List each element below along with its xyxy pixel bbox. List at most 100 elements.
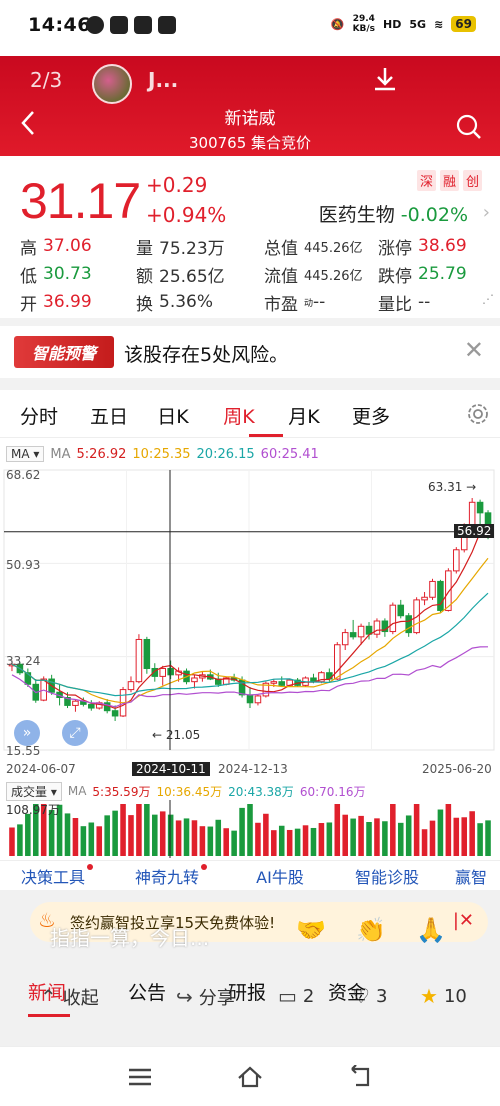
vol-ma5: 5:35.59万 <box>92 784 151 799</box>
volume-bar <box>17 824 23 856</box>
candle-body <box>429 580 436 598</box>
volume-bar <box>96 826 103 856</box>
volume-bar <box>374 818 380 856</box>
close-icon[interactable]: |✕ <box>453 910 474 931</box>
volume-bar <box>167 814 174 856</box>
sector-info[interactable]: 医药生物 -0.02% <box>319 200 468 227</box>
chevron-right-icon[interactable]: › <box>483 202 490 223</box>
tool-item[interactable]: AI牛股 <box>228 864 332 888</box>
volume-bar <box>326 822 333 856</box>
volume-bar <box>445 804 452 856</box>
volume-bar <box>207 826 214 856</box>
sector-change: -0.02% <box>400 204 468 226</box>
tool-item[interactable]: 神奇九转 <box>114 863 228 888</box>
volume-bar <box>104 815 110 856</box>
battery-icon: 69 <box>451 16 476 32</box>
stat-label: 量比 <box>378 294 412 315</box>
tab-period[interactable]: 日K <box>140 402 206 429</box>
volume-bar <box>25 813 31 856</box>
collapse-button[interactable]: ⌃ 收起 <box>40 984 99 1010</box>
tool-item[interactable]: 决策工具 <box>0 863 114 888</box>
star-icon: ★ <box>420 984 438 1008</box>
volume-bar <box>128 815 134 856</box>
vol-ma-label: MA <box>67 784 87 798</box>
y-tick-label: 50.93 <box>6 558 41 572</box>
volume-bar <box>80 826 87 856</box>
volume-bar <box>382 821 388 856</box>
volume-bar <box>255 822 261 856</box>
volume-bar <box>437 809 444 856</box>
gear-icon[interactable] <box>466 402 490 426</box>
volume-bar <box>144 804 150 856</box>
candle-body <box>389 604 397 633</box>
ma10-value: 10:25.35 <box>132 446 191 462</box>
volume-bar <box>390 804 396 856</box>
volume-bar <box>136 804 142 856</box>
volume-bar <box>405 815 412 856</box>
tab-period[interactable]: 月K <box>272 402 336 429</box>
back-nav-icon[interactable] <box>346 1065 374 1089</box>
stat-item: 量 75.23万 <box>136 234 264 259</box>
stat-label: 低 <box>20 266 37 287</box>
tool-item[interactable]: 赢智 <box>442 864 500 888</box>
y-tick-label: 33.24 <box>6 654 41 668</box>
close-icon[interactable]: ✕ <box>464 336 484 364</box>
stat-item: 跌停 25.79 <box>378 262 488 287</box>
volume-indicators: 成交量 ▾ MA 5:35.59万 10:36.45万 20:43.38万 60… <box>6 781 365 801</box>
kline-svg[interactable] <box>0 464 500 760</box>
pray-icon[interactable]: 🙏 <box>416 916 446 944</box>
ma-label: MA <box>50 446 71 462</box>
stat-item: 总值 445.26亿 <box>264 234 378 259</box>
tab-period[interactable]: 分时 <box>0 402 78 429</box>
tab-period[interactable]: 周K <box>206 402 272 429</box>
search-icon[interactable] <box>456 114 482 140</box>
volume-bar <box>278 825 285 856</box>
handshake-icon[interactable]: 🤝 <box>296 916 326 944</box>
volume-bar <box>231 830 237 856</box>
home-icon[interactable] <box>236 1065 264 1089</box>
tab-period[interactable]: 更多 <box>336 402 406 429</box>
candle-body <box>468 501 476 527</box>
avatar[interactable] <box>92 64 132 104</box>
stock-code-status: 300765 集合竞价 <box>188 134 312 152</box>
favorite-button[interactable]: ★ 10 <box>420 984 467 1008</box>
volume-chart[interactable] <box>0 800 500 858</box>
share-button[interactable]: ↪ 分享 <box>176 984 235 1010</box>
stat-value: 75.23万 <box>159 238 225 259</box>
fullscreen-icon[interactable]: ⤢ <box>62 720 88 746</box>
message-notification-icon <box>110 16 128 34</box>
menu-icon[interactable] <box>126 1065 154 1089</box>
stats-grid[interactable]: 高 37.06 量 75.23万 总值 445.26亿 涨停 38.69 低 30.73 额 25.6… <box>20 232 490 316</box>
comment-placeholder[interactable]: 指指一算，今日... <box>50 922 209 951</box>
candle-body <box>270 681 278 684</box>
stock-detail-screen: { "status_bar": {"time":"14:46","net_spe… <box>0 0 500 1106</box>
expand-left-icon[interactable]: » <box>14 720 40 746</box>
hd-badge: HD <box>383 17 402 31</box>
download-icon[interactable] <box>370 64 400 94</box>
volume-select[interactable]: 成交量 ▾ <box>6 781 62 801</box>
stat-value: 25.65亿 <box>159 266 225 287</box>
comment-button[interactable]: ▭ 2 <box>278 984 314 1008</box>
volume-bar <box>318 823 325 856</box>
like-button[interactable]: ♡ 3 <box>352 984 387 1008</box>
status-right: 🔕 29.4 KB/s HD 5G ≋ 69 <box>331 14 476 34</box>
stat-label: 换 <box>136 294 153 315</box>
kline-chart[interactable]: 68.62 50.93 33.24 15.55 63.31 → 56.92 ← … <box>0 464 500 760</box>
stat-value: 25.79 <box>418 264 467 284</box>
expand-icon[interactable]: ⋰ <box>482 292 494 306</box>
stats-row: 开 36.99 换 5.36% 市盈动 -- 量比 -- <box>20 288 490 316</box>
volume-bar <box>88 822 95 856</box>
volume-bar <box>469 811 475 856</box>
sector-name: 医药生物 <box>318 204 395 226</box>
risk-warning-banner[interactable]: 智能预警 该股存在5处风险。 ✕ <box>0 326 500 378</box>
applause-icon[interactable]: 👏 <box>356 916 386 944</box>
gallery-notification-icon <box>158 16 176 34</box>
volume-bar <box>72 818 79 856</box>
tab-period[interactable]: 五日 <box>78 402 140 429</box>
stock-tags[interactable]: 深 融 创 <box>416 170 482 191</box>
indicator-select[interactable]: MA ▾ <box>6 446 45 462</box>
floating-user-overlay[interactable]: 2/3 J... <box>30 64 190 104</box>
tool-item[interactable]: 智能诊股 <box>332 864 442 888</box>
system-nav-bar <box>0 1046 500 1106</box>
x-tick-label: 2024-12-13 <box>218 762 288 776</box>
